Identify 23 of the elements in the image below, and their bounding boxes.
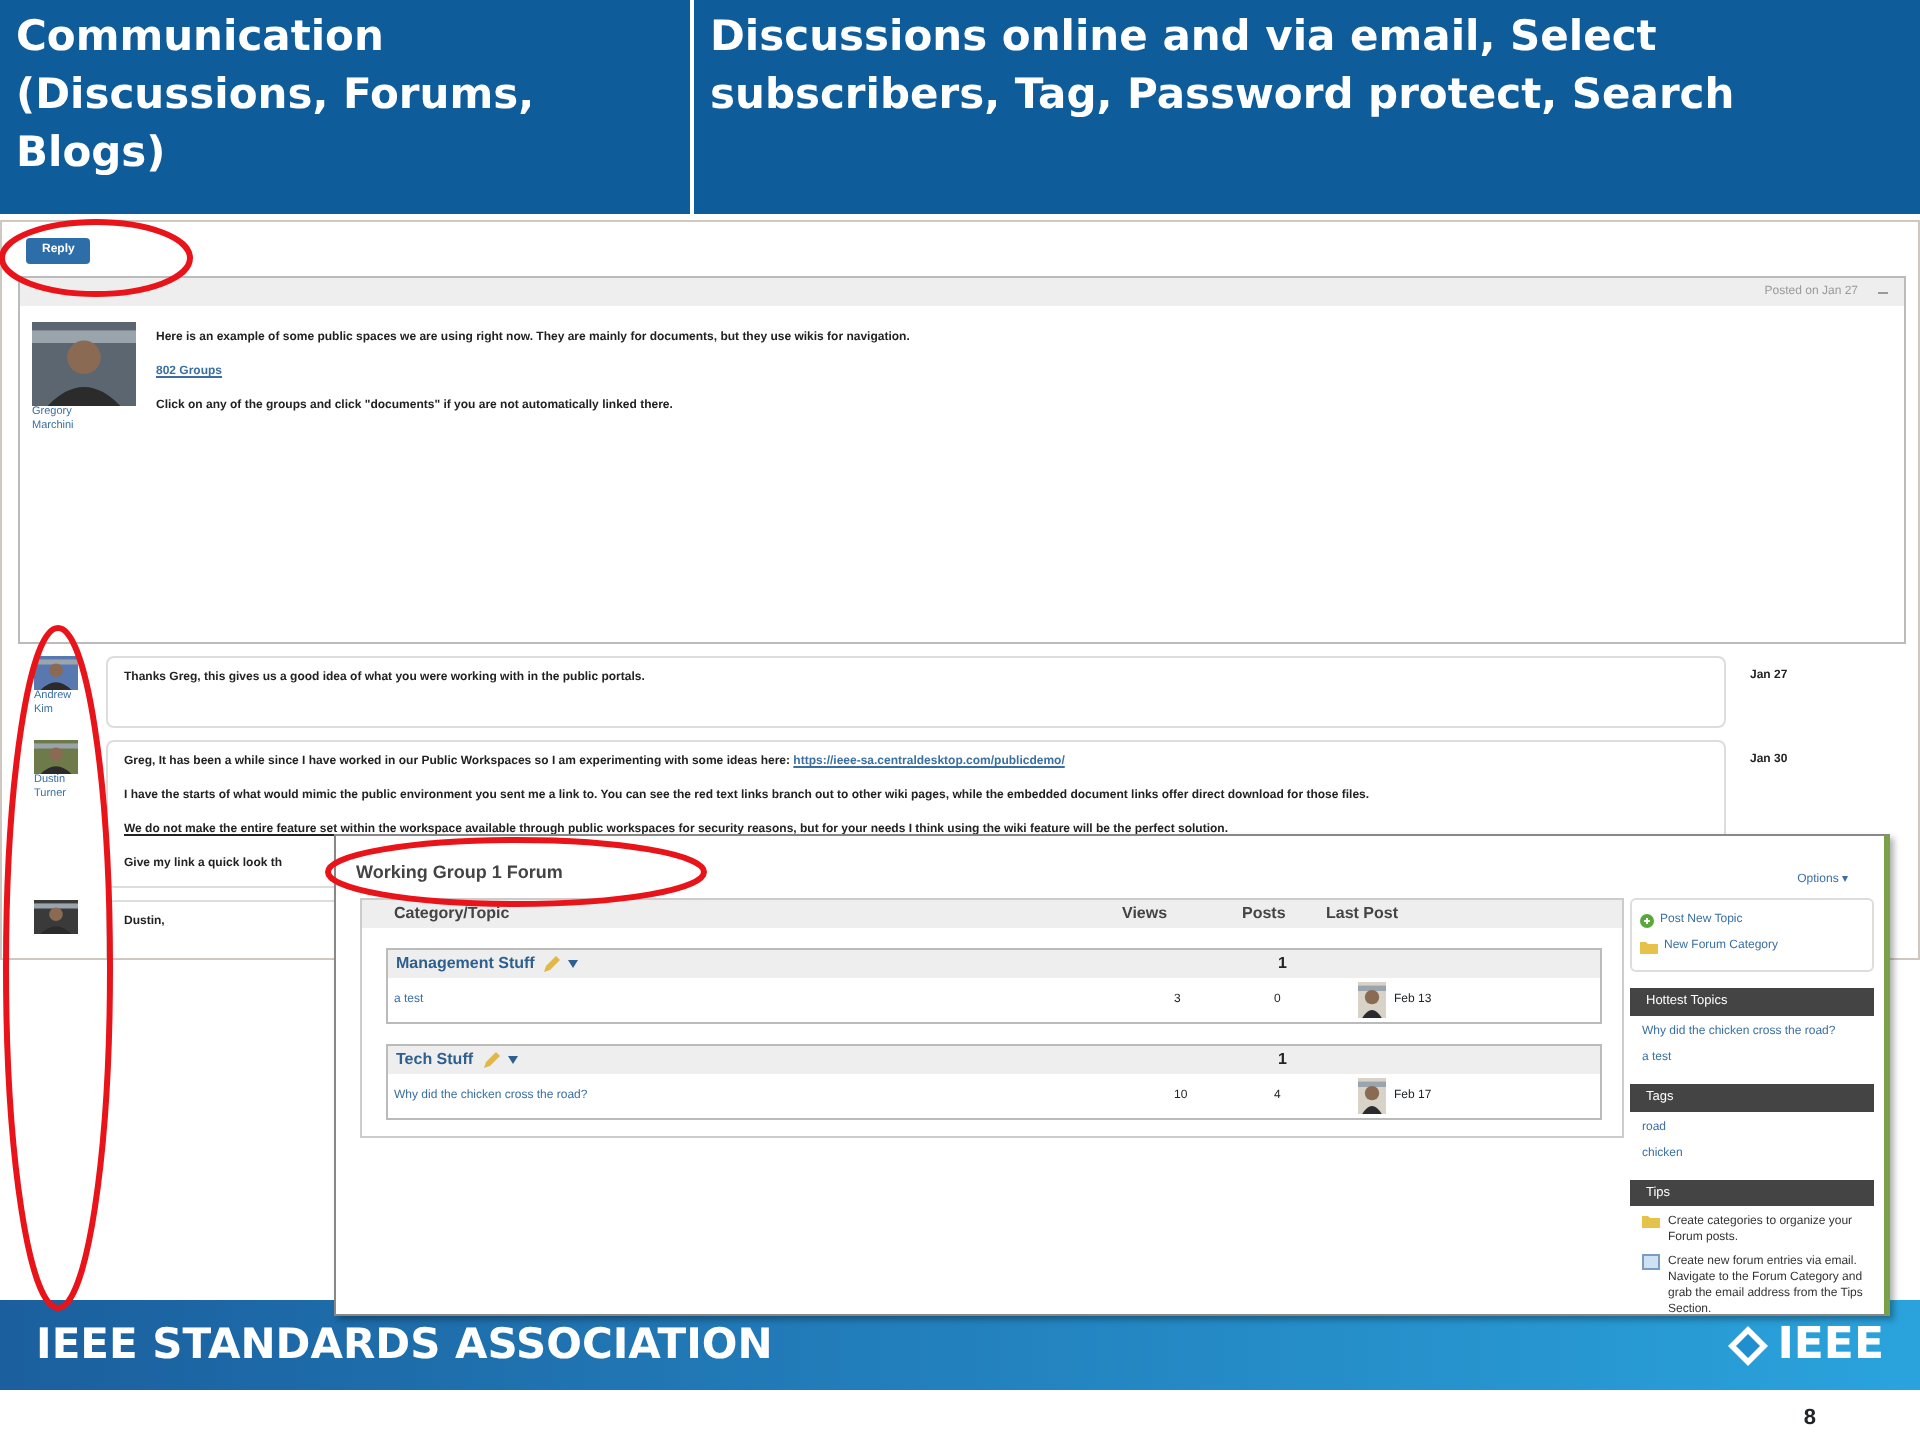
folder-icon	[1640, 940, 1658, 954]
add-icon	[1640, 914, 1654, 928]
topic-count: 1	[1278, 1048, 1289, 1072]
diamond-logo-icon	[1725, 1323, 1770, 1367]
column-header: Views	[1122, 902, 1170, 926]
pencil-icon	[542, 955, 561, 973]
envelope-icon	[1642, 1254, 1660, 1271]
forum-title: Working Group 1 Forum	[356, 860, 563, 886]
page-number: 8	[1801, 1404, 1818, 1434]
caret-icon	[507, 1056, 518, 1064]
column-header: Posts	[1242, 902, 1288, 926]
topic-count: 1	[1278, 952, 1289, 976]
column-header: Last Post	[1326, 902, 1401, 926]
pencil-icon	[481, 1051, 500, 1069]
column-header: Category/Topic	[392, 902, 512, 926]
organization-name: IEEE STANDARDS ASSOCIATION	[36, 1317, 773, 1372]
header-cell-text: Discussions online and via email, Select subscribers, Tag, Password protect, Search	[708, 10, 1737, 122]
category-name[interactable]: Tech Stuff	[396, 1048, 474, 1072]
logo-text: IEEE	[1777, 1318, 1884, 1374]
collapse-icon	[1878, 289, 1888, 295]
header-cell: Communication (Discussions, Forums, Blogs)	[0, 0, 694, 214]
folder-icon	[1642, 1214, 1660, 1229]
category-name[interactable]: Management Stuff	[396, 952, 535, 976]
